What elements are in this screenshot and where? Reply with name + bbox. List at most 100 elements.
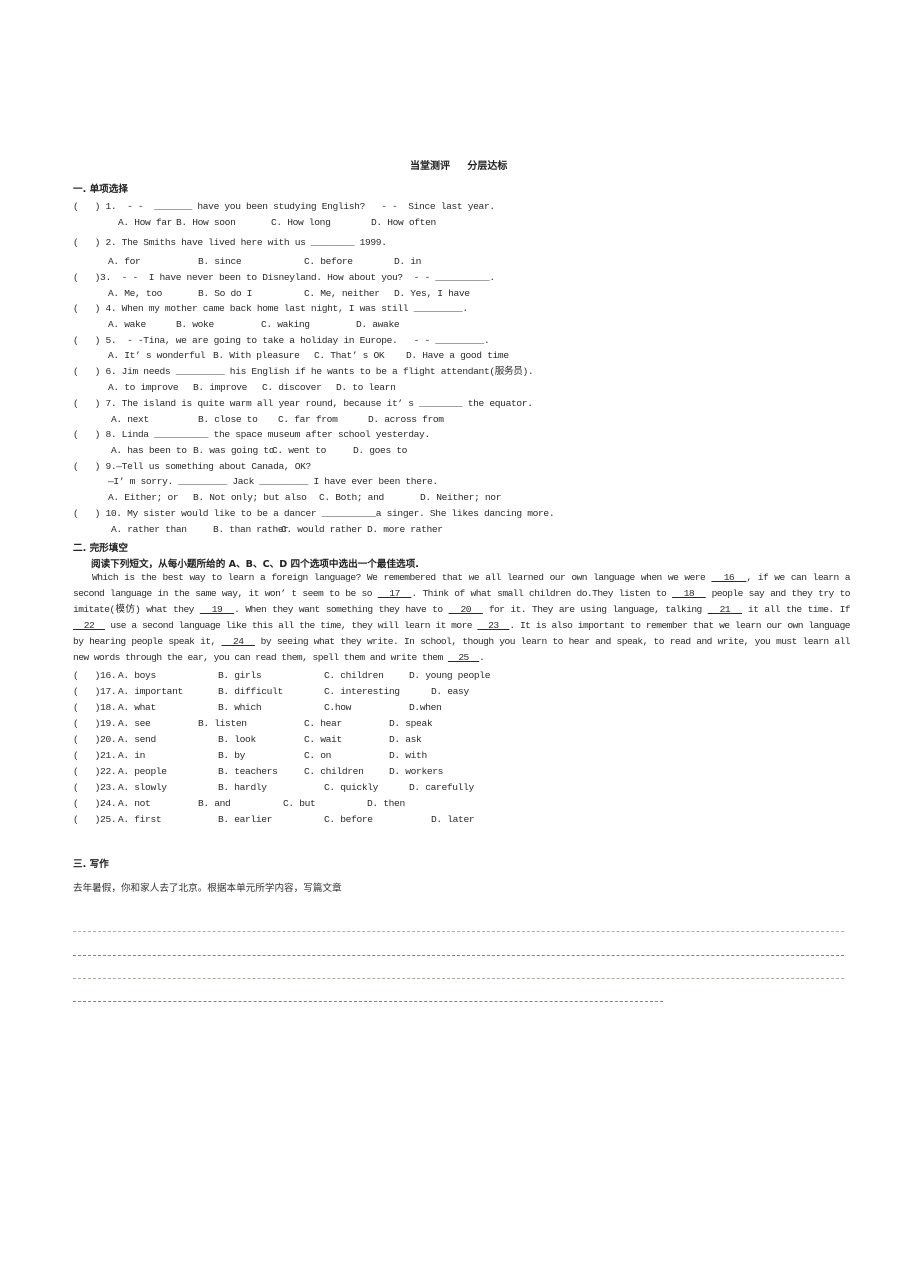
answer-option[interactable]: A. for xyxy=(108,256,141,268)
answer-option[interactable]: D. workers xyxy=(389,766,443,778)
answer-option[interactable]: C. That’ s OK xyxy=(314,350,385,362)
answer-option[interactable]: A. in xyxy=(118,750,145,762)
answer-option[interactable]: B. Not only; but also xyxy=(193,492,307,504)
answer-option[interactable]: B. listen xyxy=(198,718,247,730)
answer-option[interactable]: D. with xyxy=(389,750,427,762)
answer-option[interactable]: A. Me, too xyxy=(108,288,162,300)
answer-option[interactable]: D. easy xyxy=(431,686,469,698)
cloze-question-number[interactable]: ( )24. xyxy=(73,798,117,810)
answer-option[interactable]: A. slowly xyxy=(118,782,167,794)
writing-line[interactable] xyxy=(73,978,844,979)
answer-option[interactable]: A. next xyxy=(111,414,149,426)
cloze-question-number[interactable]: ( )22. xyxy=(73,766,117,778)
answer-option[interactable]: C. quickly xyxy=(324,782,378,794)
answer-option[interactable]: B. which xyxy=(218,702,262,714)
answer-option[interactable]: D. young people xyxy=(409,670,490,682)
answer-option[interactable]: B. by xyxy=(218,750,245,762)
answer-option[interactable]: A. boys xyxy=(118,670,156,682)
answer-option[interactable]: C. went to xyxy=(272,445,326,457)
answer-option[interactable]: C. Both; and xyxy=(319,492,384,504)
cloze-blank-17[interactable]: 17 xyxy=(378,588,412,599)
cloze-blank-23[interactable]: 23 xyxy=(477,620,509,631)
answer-option[interactable]: B. woke xyxy=(176,319,214,331)
cloze-blank-22[interactable]: 22 xyxy=(73,620,105,631)
answer-option[interactable]: A. How far xyxy=(118,217,172,229)
answer-option[interactable]: C. before xyxy=(324,814,373,826)
writing-line[interactable] xyxy=(73,931,844,932)
answer-option[interactable]: D. to learn xyxy=(336,382,396,394)
question-stem[interactable]: ( ) 7. The island is quite warm all year… xyxy=(73,398,533,410)
answer-option[interactable]: B. difficult xyxy=(218,686,283,698)
answer-option[interactable]: D. Yes, I have xyxy=(394,288,470,300)
answer-option[interactable]: D. carefully xyxy=(409,782,474,794)
answer-option[interactable]: C. would rather xyxy=(281,524,362,536)
cloze-blank-21[interactable]: 21 xyxy=(708,604,742,615)
answer-option[interactable]: D. in xyxy=(394,256,421,268)
question-stem[interactable]: ( ) 8. Linda __________ the space museum… xyxy=(73,429,430,441)
answer-option[interactable]: C. far from xyxy=(278,414,338,426)
question-stem[interactable]: ( ) 1. - - _______ have you been studyin… xyxy=(73,201,495,213)
cloze-blank-25[interactable]: 25 xyxy=(448,652,479,663)
cloze-question-number[interactable]: ( )20. xyxy=(73,734,117,746)
answer-option[interactable]: B. How soon xyxy=(176,217,236,229)
answer-option[interactable]: D. Neither; nor xyxy=(420,492,501,504)
answer-option[interactable]: B. hardly xyxy=(218,782,267,794)
writing-line[interactable] xyxy=(73,955,844,956)
answer-option[interactable]: C. before xyxy=(304,256,353,268)
answer-option[interactable]: D. then xyxy=(367,798,405,810)
answer-option[interactable]: C. How long xyxy=(271,217,331,229)
answer-option[interactable]: D. goes to xyxy=(353,445,407,457)
answer-option[interactable]: A. first xyxy=(118,814,162,826)
answer-option[interactable]: B. With pleasure xyxy=(213,350,300,362)
answer-option[interactable]: A. to improve xyxy=(108,382,179,394)
answer-option[interactable]: D. speak xyxy=(389,718,433,730)
answer-option[interactable]: A. not xyxy=(118,798,151,810)
cloze-blank-16[interactable]: 16 xyxy=(711,572,746,583)
answer-option[interactable]: D. later xyxy=(431,814,475,826)
cloze-question-number[interactable]: ( )19. xyxy=(73,718,117,730)
answer-option[interactable]: D. across from xyxy=(368,414,444,426)
question-stem[interactable]: ( )3. - - I have never been to Disneylan… xyxy=(73,272,495,284)
writing-line[interactable] xyxy=(73,1001,663,1002)
answer-option[interactable]: A. see xyxy=(118,718,151,730)
answer-option[interactable]: D. awake xyxy=(356,319,400,331)
answer-option[interactable]: B. So do I xyxy=(198,288,252,300)
cloze-blank-24[interactable]: 24 xyxy=(222,636,255,647)
answer-option[interactable]: C. children xyxy=(324,670,384,682)
cloze-question-number[interactable]: ( )16. xyxy=(73,670,117,682)
cloze-blank-19[interactable]: 19 xyxy=(200,604,234,615)
answer-option[interactable]: A. rather than xyxy=(111,524,187,536)
cloze-question-number[interactable]: ( )25. xyxy=(73,814,117,826)
cloze-blank-18[interactable]: 18 xyxy=(672,588,706,599)
question-stem[interactable]: ( ) 6. Jim needs _________ his English i… xyxy=(73,366,534,378)
answer-option[interactable]: A. people xyxy=(118,766,167,778)
answer-option[interactable]: C. interesting xyxy=(324,686,400,698)
cloze-question-number[interactable]: ( )17. xyxy=(73,686,117,698)
question-stem[interactable]: ( ) 2. The Smiths have lived here with u… xyxy=(73,237,387,249)
answer-option[interactable]: D. more rather xyxy=(367,524,443,536)
answer-option[interactable]: D. ask xyxy=(389,734,422,746)
answer-option[interactable]: C. wait xyxy=(304,734,342,746)
answer-option[interactable]: D. How often xyxy=(371,217,436,229)
answer-option[interactable]: A. send xyxy=(118,734,156,746)
answer-option[interactable]: B. improve xyxy=(193,382,247,394)
answer-option[interactable]: C. discover xyxy=(262,382,322,394)
answer-option[interactable]: D.when xyxy=(409,702,442,714)
cloze-blank-20[interactable]: 20 xyxy=(449,604,483,615)
answer-option[interactable]: A. wake xyxy=(108,319,146,331)
answer-option[interactable]: B. since xyxy=(198,256,242,268)
answer-option[interactable]: C. Me, neither xyxy=(304,288,380,300)
answer-option[interactable]: A. important xyxy=(118,686,183,698)
answer-option[interactable]: B. earlier xyxy=(218,814,272,826)
question-stem[interactable]: ( ) 4. When my mother came back home las… xyxy=(73,303,468,315)
answer-option[interactable]: A. has been to xyxy=(111,445,187,457)
answer-option[interactable]: C. hear xyxy=(304,718,342,730)
answer-option[interactable]: C.how xyxy=(324,702,351,714)
answer-option[interactable]: B. than rather xyxy=(213,524,289,536)
answer-option[interactable]: A. It’ s wonderful xyxy=(108,350,206,362)
answer-option[interactable]: C. waking xyxy=(261,319,310,331)
question-stem[interactable]: ( ) 5. - -Tina, we are going to take a h… xyxy=(73,335,490,347)
answer-option[interactable]: B. teachers xyxy=(218,766,278,778)
answer-option[interactable]: A. Either; or xyxy=(108,492,179,504)
question-stem[interactable]: ( ) 9.—Tell us something about Canada, O… xyxy=(73,461,311,473)
